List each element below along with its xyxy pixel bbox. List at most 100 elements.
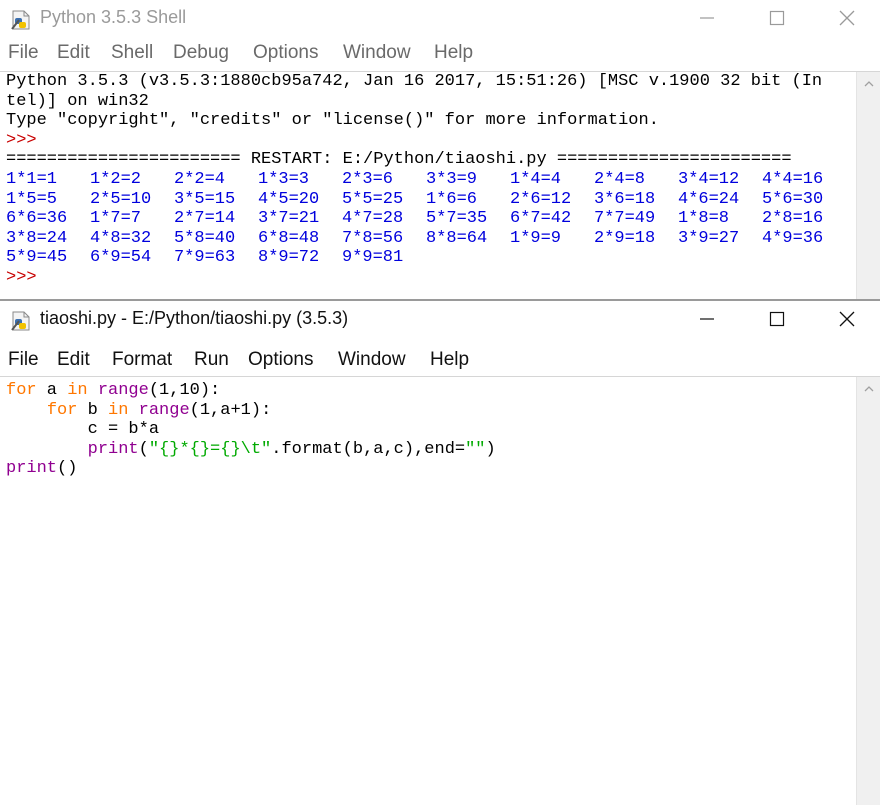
scroll-up-arrow-icon[interactable]	[863, 78, 875, 90]
menubar-divider	[0, 376, 880, 377]
window-title: tiaoshi.py - E:/Python/tiaoshi.py (3.5.3…	[40, 308, 349, 328]
maximize-button[interactable]	[752, 303, 802, 335]
shell-prompt: >>>	[6, 267, 37, 287]
output-cell: 5*8=40	[174, 228, 236, 248]
shell-window: Python 3.5.3 Shell File Edit Shell Debug…	[0, 0, 880, 300]
output-row: 5*9=45 6*9=54 7*9=63 8*9=72 9*9=81	[0, 248, 855, 268]
minimize-button[interactable]	[682, 303, 732, 335]
output-row: 1*5=5 2*5=10 3*5=15 4*5=20 5*5=25 1*6=6 …	[0, 190, 855, 210]
output-cell: 5*6=30	[762, 189, 824, 209]
menu-format[interactable]: Format	[112, 349, 172, 371]
banner-line: Type "copyright", "credits" or "license(…	[6, 111, 659, 131]
minimize-button[interactable]	[682, 2, 732, 34]
menu-help[interactable]: Help	[434, 42, 473, 64]
shell-text-area[interactable]: Python 3.5.3 (v3.5.3:1880cb95a742, Jan 1…	[0, 72, 855, 288]
output-cell: 1*6=6	[426, 189, 478, 209]
output-cell: 1*8=8	[678, 209, 730, 229]
output-cell: 3*5=15	[174, 189, 236, 209]
output-cell: 2*4=8	[594, 169, 646, 189]
window-title: Python 3.5.3 Shell	[40, 7, 187, 27]
menu-window[interactable]: Window	[338, 349, 406, 371]
builtin: range	[97, 381, 149, 400]
menu-debug[interactable]: Debug	[173, 42, 229, 64]
menu-help[interactable]: Help	[430, 349, 469, 371]
output-cell: 1*9=9	[510, 228, 562, 248]
menu-edit[interactable]: Edit	[57, 349, 90, 371]
banner-line: Python 3.5.3 (v3.5.3:1880cb95a742, Jan 1…	[6, 72, 823, 91]
output-cell: 2*2=4	[174, 169, 226, 189]
output-cell: 4*8=32	[90, 228, 152, 248]
editor-menubar: File Edit Format Run Options Window Help	[0, 345, 880, 377]
output-cell: 4*7=28	[342, 209, 404, 229]
python-file-icon	[10, 9, 32, 31]
output-cell: 2*5=10	[90, 189, 152, 209]
output-cell: 2*3=6	[342, 169, 394, 189]
python-file-icon	[10, 310, 32, 332]
shell-prompt: >>>	[6, 130, 37, 150]
output-cell: 2*9=18	[594, 228, 656, 248]
output-cell: 4*5=20	[258, 189, 320, 209]
menu-edit[interactable]: Edit	[57, 42, 90, 64]
menu-options[interactable]: Options	[253, 42, 318, 64]
code-line: print("{}*{}={}\t".format(b,a,c),end="")	[0, 440, 855, 460]
code-text: (1,a+1):	[189, 400, 272, 420]
output-cell: 6*7=42	[510, 209, 572, 229]
menu-shell[interactable]: Shell	[111, 42, 153, 64]
output-cell: 3*6=18	[594, 189, 656, 209]
string-literal: "{}*{}={}\t"	[148, 439, 272, 459]
output-cell: 4*9=36	[762, 228, 824, 248]
menu-options[interactable]: Options	[248, 349, 313, 371]
output-cell: 6*8=48	[258, 228, 320, 248]
code-text: .format(b,a,c),end=	[271, 439, 466, 459]
output-cell: 7*7=49	[594, 209, 656, 229]
output-cell: 8*8=64	[426, 228, 488, 248]
code-line: for b in range(1,a+1):	[0, 401, 855, 421]
scroll-up-arrow-icon[interactable]	[863, 383, 875, 395]
code-line: c = b*a	[6, 420, 160, 440]
output-cell: 4*4=16	[762, 169, 824, 189]
shell-scrollbar[interactable]	[856, 72, 880, 299]
menu-file[interactable]: File	[8, 42, 39, 64]
editor-scrollbar[interactable]	[856, 377, 880, 805]
string-literal: ""	[465, 439, 486, 459]
maximize-button[interactable]	[752, 2, 802, 34]
output-row: 6*6=36 1*7=7 2*7=14 3*7=21 4*7=28 5*7=35…	[0, 209, 855, 229]
keyword: in	[67, 381, 88, 400]
keyword: for	[46, 400, 78, 420]
output-cell: 5*7=35	[426, 209, 488, 229]
output-cell: 1*3=3	[258, 169, 310, 189]
code-text: )	[485, 439, 496, 459]
close-button[interactable]	[822, 303, 872, 335]
menu-file[interactable]: File	[8, 349, 39, 371]
output-cell: 3*8=24	[6, 228, 68, 248]
output-cell: 5*9=45	[6, 248, 68, 268]
keyword: in	[108, 400, 129, 420]
code-editor-area[interactable]: for a in range(1,10): for b in range(1,a…	[0, 381, 855, 479]
code-text: (1,10):	[148, 381, 221, 400]
editor-titlebar[interactable]: tiaoshi.py - E:/Python/tiaoshi.py (3.5.3…	[0, 301, 880, 337]
builtin: range	[138, 400, 190, 420]
menu-window[interactable]: Window	[343, 42, 411, 64]
code-text: ()	[57, 459, 78, 479]
output-cell: 4*6=24	[678, 189, 740, 209]
code-text: a	[36, 381, 68, 400]
output-cell: 1*2=2	[90, 169, 142, 189]
output-cell: 7*9=63	[174, 248, 236, 268]
output-row: 1*1=1 1*2=2 2*2=4 1*3=3 2*3=6 3*3=9 1*4=…	[0, 170, 855, 190]
menu-run[interactable]: Run	[194, 349, 229, 371]
output-cell: 6*6=36	[6, 209, 68, 229]
output-row: 3*8=24 4*8=32 5*8=40 6*8=48 7*8=56 8*8=6…	[0, 229, 855, 249]
banner-line: tel)] on win32	[6, 91, 149, 111]
close-button[interactable]	[822, 2, 872, 34]
shell-titlebar[interactable]: Python 3.5.3 Shell	[0, 0, 880, 36]
output-cell: 3*4=12	[678, 169, 740, 189]
keyword: for	[6, 381, 37, 400]
output-cell: 1*7=7	[90, 209, 142, 229]
output-cell: 5*5=25	[342, 189, 404, 209]
output-cell: 6*9=54	[90, 248, 152, 268]
code-line: for a in range(1,10):	[0, 381, 855, 401]
